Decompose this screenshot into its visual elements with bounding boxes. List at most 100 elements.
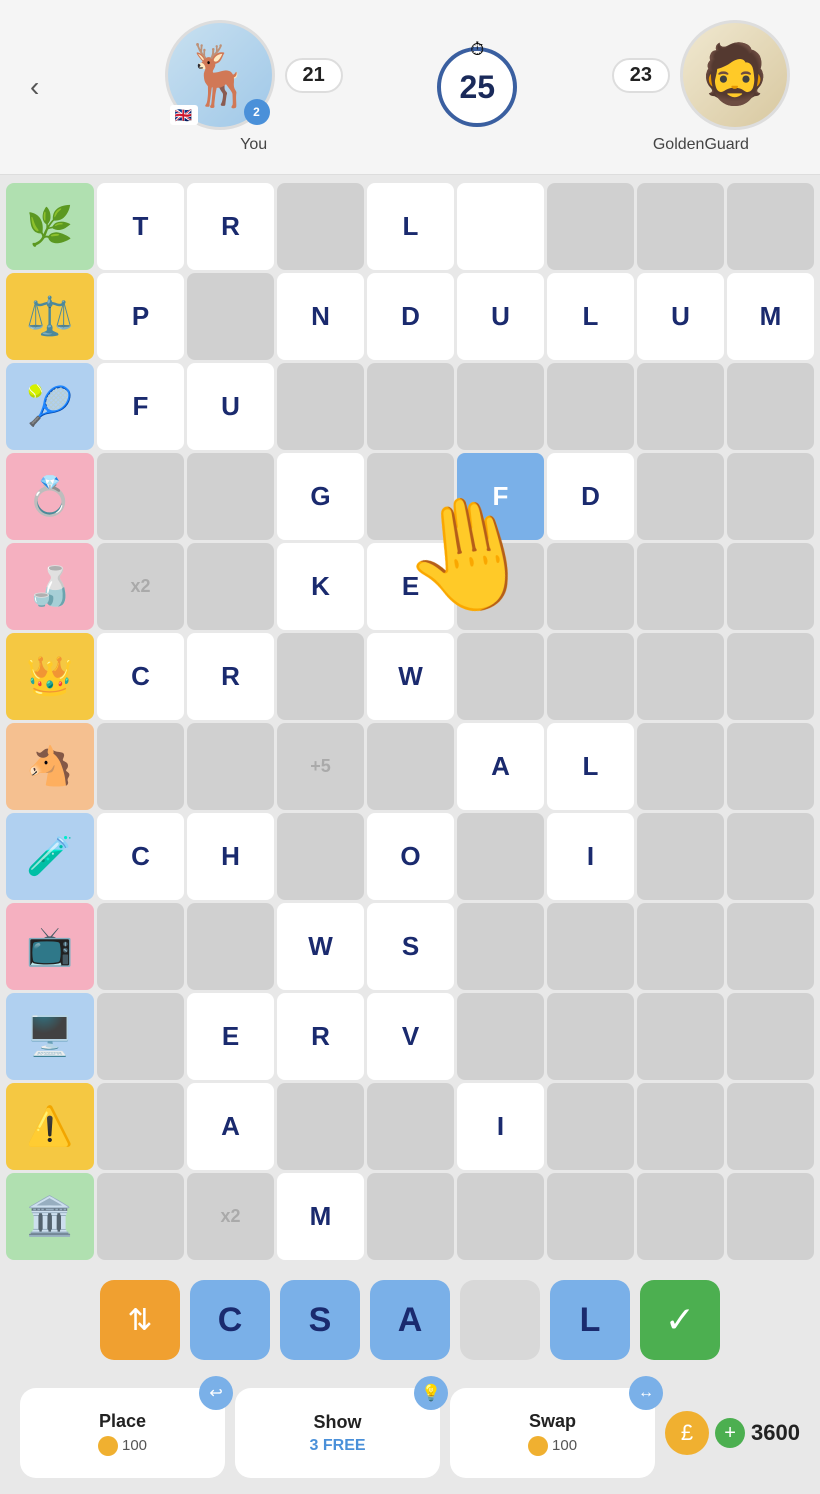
cell-10-7 xyxy=(637,1083,724,1170)
cell-1-3: N xyxy=(277,273,364,360)
player1-avatar: 🦌 🇬🇧 2 xyxy=(165,20,275,130)
cell-2-1: F xyxy=(97,363,184,450)
cell-3-8 xyxy=(727,453,814,540)
game-timer: ⏱ 25 xyxy=(437,47,517,127)
cell-0-8 xyxy=(727,183,814,270)
cell-0-6 xyxy=(547,183,634,270)
cell-0-3 xyxy=(277,183,364,270)
cell-3-7 xyxy=(637,453,724,540)
cell-2-6 xyxy=(547,363,634,450)
shuffle-button[interactable]: ⇅ xyxy=(100,1280,180,1360)
cell-10-1 xyxy=(97,1083,184,1170)
cell-9-1 xyxy=(97,993,184,1080)
player2-name: GoldenGuard xyxy=(653,136,749,154)
cell-1-2 xyxy=(187,273,274,360)
cell-4-8 xyxy=(727,543,814,630)
cell-6-1 xyxy=(97,723,184,810)
place-icon: ↩ xyxy=(199,1376,233,1410)
cell-10-6 xyxy=(547,1083,634,1170)
cell-5-7 xyxy=(637,633,724,720)
cell-7-6: I xyxy=(547,813,634,900)
show-label: Show xyxy=(314,1412,362,1433)
clue-row9: 🖥️ xyxy=(6,993,94,1080)
cell-7-2: H xyxy=(187,813,274,900)
cell-1-8: M xyxy=(727,273,814,360)
game-header: ‹ 🦌 🇬🇧 2 21 You ⏱ 25 23 🧔 xyxy=(0,0,820,175)
clue-row4: 🍶 xyxy=(6,543,94,630)
cell-3-6: D xyxy=(547,453,634,540)
cell-6-3-plus5: +5 xyxy=(277,723,364,810)
cell-3-5-highlighted[interactable]: F xyxy=(457,453,544,540)
clue-row3: 💍 xyxy=(6,453,94,540)
cell-5-3 xyxy=(277,633,364,720)
cell-5-1: C xyxy=(97,633,184,720)
cell-6-5: A xyxy=(457,723,544,810)
show-button[interactable]: 💡 Show 3 FREE xyxy=(235,1388,440,1478)
cell-1-1: P xyxy=(97,273,184,360)
cell-10-8 xyxy=(727,1083,814,1170)
cell-11-2-x2: x2 xyxy=(187,1173,274,1260)
clue-row6: 🐴 xyxy=(6,723,94,810)
player2: 23 🧔 GoldenGuard xyxy=(612,20,790,154)
cell-10-3 xyxy=(277,1083,364,1170)
cell-11-8 xyxy=(727,1173,814,1260)
cell-7-8 xyxy=(727,813,814,900)
cell-6-2 xyxy=(187,723,274,810)
cell-10-4 xyxy=(367,1083,454,1170)
clue-row1: ⚖️ xyxy=(6,273,94,360)
cell-5-5 xyxy=(457,633,544,720)
clue-row2: 🎾 xyxy=(6,363,94,450)
player1-flag: 🇬🇧 xyxy=(170,105,198,125)
place-label: Place xyxy=(99,1411,146,1432)
cell-4-5 xyxy=(457,543,544,630)
cell-4-3: K xyxy=(277,543,364,630)
place-button[interactable]: ↩ Place 100 xyxy=(20,1388,225,1478)
cell-8-7 xyxy=(637,903,724,990)
confirm-button[interactable]: ✓ xyxy=(640,1280,720,1360)
player2-avatar: 🧔 xyxy=(680,20,790,130)
cell-8-2 xyxy=(187,903,274,990)
swap-icon: ↔ xyxy=(629,1376,663,1410)
cell-2-5 xyxy=(457,363,544,450)
currency-amount: 3600 xyxy=(751,1420,800,1446)
cell-3-3: G xyxy=(277,453,364,540)
cell-11-7 xyxy=(637,1173,724,1260)
tile-A[interactable]: A xyxy=(370,1280,450,1360)
cell-8-4: S xyxy=(367,903,454,990)
cell-9-3: R xyxy=(277,993,364,1080)
tiles-row: ⇅ C S A L ✓ xyxy=(0,1268,820,1372)
cell-10-5: I xyxy=(457,1083,544,1170)
clue-row7: 🧪 xyxy=(6,813,94,900)
player2-score: 23 xyxy=(612,58,670,93)
cell-3-2 xyxy=(187,453,274,540)
clue-row10: ⚠️ xyxy=(6,1083,94,1170)
add-currency-button[interactable]: + xyxy=(715,1418,745,1448)
cell-8-8 xyxy=(727,903,814,990)
tile-S[interactable]: S xyxy=(280,1280,360,1360)
cell-4-4: E xyxy=(367,543,454,630)
cell-1-6: L xyxy=(547,273,634,360)
cell-3-1 xyxy=(97,453,184,540)
cell-1-7: U xyxy=(637,273,724,360)
cell-5-8 xyxy=(727,633,814,720)
back-button[interactable]: ‹ xyxy=(30,71,70,103)
swap-button[interactable]: ↔ Swap 100 xyxy=(450,1388,655,1478)
cell-9-2: E xyxy=(187,993,274,1080)
cell-9-4: V xyxy=(367,993,454,1080)
tile-L[interactable]: L xyxy=(550,1280,630,1360)
cell-7-5 xyxy=(457,813,544,900)
cell-9-6 xyxy=(547,993,634,1080)
currency-icon: £ xyxy=(665,1411,709,1455)
clue-row5: 👑 xyxy=(6,633,94,720)
cell-0-1: T xyxy=(97,183,184,270)
cell-6-7 xyxy=(637,723,724,810)
tile-C[interactable]: C xyxy=(190,1280,270,1360)
cell-4-6 xyxy=(547,543,634,630)
cell-4-2 xyxy=(187,543,274,630)
coin-icon-place xyxy=(98,1436,118,1456)
cell-8-6 xyxy=(547,903,634,990)
clue-row0: 🌿 xyxy=(6,183,94,270)
cell-6-6: L xyxy=(547,723,634,810)
cell-0-2: R xyxy=(187,183,274,270)
cell-11-4 xyxy=(367,1173,454,1260)
